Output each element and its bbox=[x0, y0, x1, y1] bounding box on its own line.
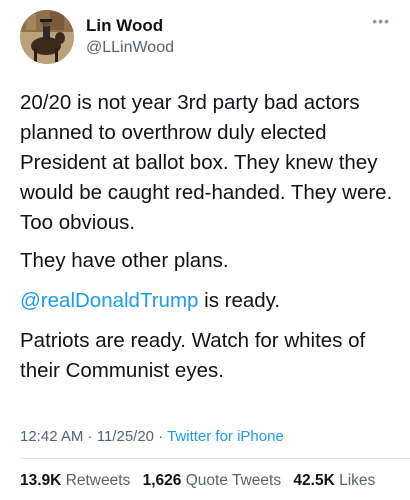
meta-separator: · bbox=[154, 428, 168, 445]
tweet-paragraph-3: @realDonaldTrump is ready. bbox=[20, 286, 396, 316]
author-names: Lin Wood @LLinWood bbox=[86, 16, 174, 58]
tweet-header: Lin Wood @LLinWood ••• bbox=[20, 10, 390, 68]
user-handle[interactable]: @LLinWood bbox=[86, 38, 174, 58]
likes-label[interactable]: Likes bbox=[339, 472, 375, 489]
likes-count[interactable]: 42.5K bbox=[293, 472, 334, 489]
engagement-stats: 13.9K Retweets 1,626 Quote Tweets 42.5K … bbox=[20, 471, 383, 491]
quote-tweets-count[interactable]: 1,626 bbox=[143, 472, 182, 489]
avatar[interactable] bbox=[20, 10, 74, 64]
display-name[interactable]: Lin Wood bbox=[86, 16, 174, 36]
divider bbox=[20, 458, 410, 459]
tweet-paragraph-1: 20/20 is not year 3rd party bad actors p… bbox=[20, 91, 393, 234]
tweet-metadata: 12:42 AM · 11/25/20 · Twitter for iPhone bbox=[20, 427, 284, 447]
tweet-paragraph-3-text: is ready. bbox=[198, 289, 281, 312]
avatar-image bbox=[20, 10, 74, 64]
tweet-paragraph-4: Patriots are ready. Watch for whites of … bbox=[20, 329, 366, 382]
tweet-paragraph-2: They have other plans. bbox=[20, 249, 229, 272]
tweet-text: 20/20 is not year 3rd party bad actors p… bbox=[20, 88, 396, 396]
quote-tweets-label[interactable]: Quote Tweets bbox=[186, 472, 281, 489]
more-horizontal-icon[interactable]: ••• bbox=[370, 14, 390, 28]
tweet-card: Lin Wood @LLinWood ••• 20/20 is not year… bbox=[0, 0, 410, 500]
tweet-date[interactable]: 11/25/20 bbox=[97, 428, 154, 445]
retweets-count[interactable]: 13.9K bbox=[20, 472, 61, 489]
tweet-time[interactable]: 12:42 AM bbox=[20, 428, 83, 445]
meta-separator: · bbox=[83, 428, 97, 445]
tweet-source-link[interactable]: Twitter for iPhone bbox=[167, 428, 284, 445]
mention-link[interactable]: @realDonaldTrump bbox=[20, 289, 198, 312]
retweets-label[interactable]: Retweets bbox=[66, 472, 131, 489]
